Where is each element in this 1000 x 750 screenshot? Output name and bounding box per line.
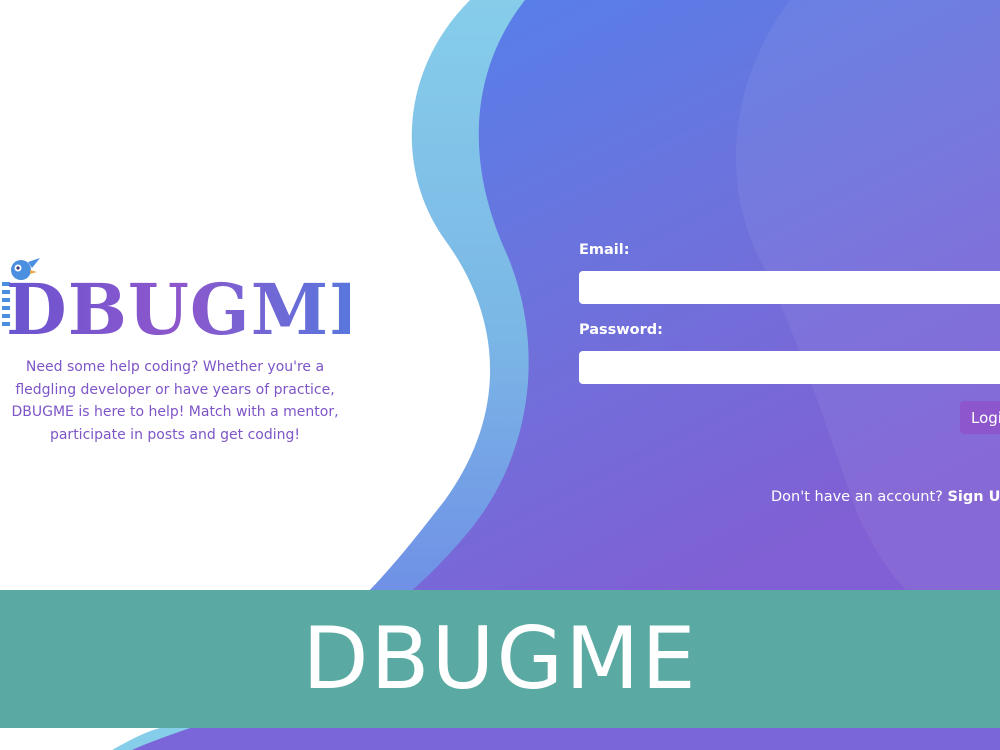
email-label: Email: [579, 242, 630, 258]
password-label: Password: [579, 322, 663, 338]
signup-prompt: Don't have an account? [771, 489, 948, 505]
login-form: Email: Password: Login Don't have an acc… [0, 0, 1000, 590]
banner-title: DBUGME [302, 609, 698, 709]
signup-row: Don't have an account? Sign Up [771, 489, 1000, 505]
login-button[interactable]: Login [960, 401, 1000, 434]
title-banner: DBUGME [0, 590, 1000, 728]
email-input[interactable] [579, 271, 1000, 304]
signup-link[interactable]: Sign Up [947, 489, 1000, 505]
bottom-wave-shape [120, 728, 1000, 750]
password-input[interactable] [579, 351, 1000, 384]
